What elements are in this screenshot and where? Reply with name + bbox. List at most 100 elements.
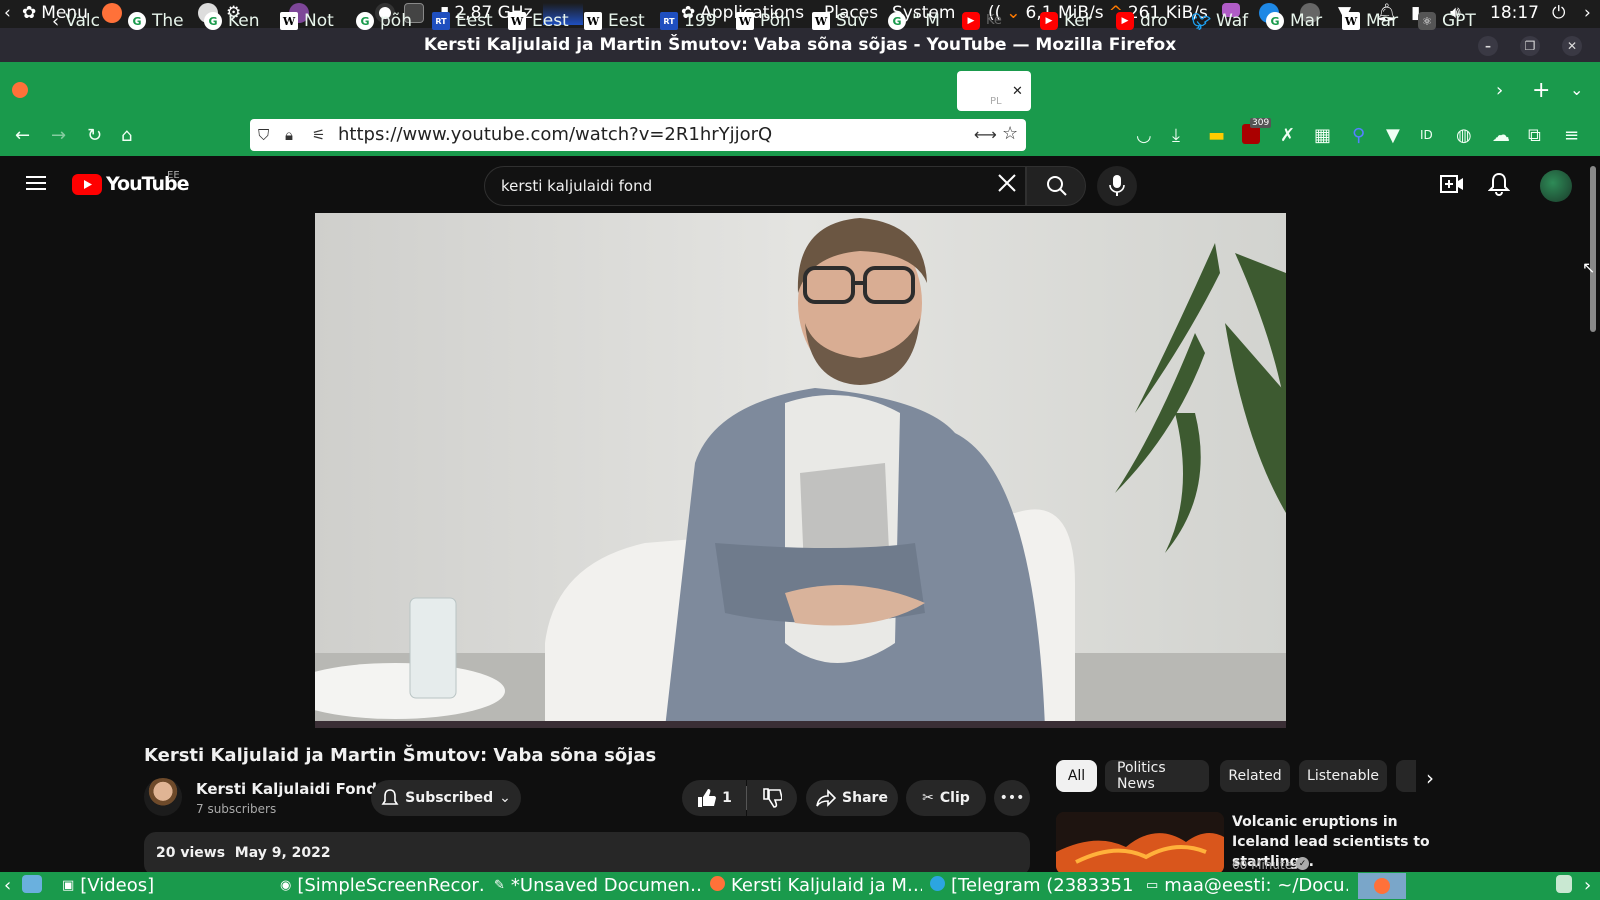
- page-scrollbar[interactable]: [1590, 166, 1596, 332]
- clip-button[interactable]: ✂ Clip: [906, 780, 986, 816]
- reload-button[interactable]: ↻: [87, 125, 102, 146]
- tab-18[interactable]: W Mar: [1342, 8, 1410, 34]
- tab-4[interactable]: W Not: [280, 8, 348, 34]
- task-terminal[interactable]: ▭ maa@eesti: ~/Docu…: [1146, 875, 1348, 896]
- account-avatar[interactable]: [1540, 170, 1572, 202]
- extension-link-icon[interactable]: ⚲: [1352, 125, 1365, 146]
- chip-overflow[interactable]: [1396, 760, 1416, 792]
- tab-16[interactable]: 🐦︎ Waf: [1192, 8, 1260, 34]
- tab-label: Mar: [1366, 11, 1399, 31]
- close-window-button[interactable]: ✕: [1562, 36, 1582, 56]
- trash-icon[interactable]: [1556, 875, 1572, 893]
- chip-politics-news[interactable]: Politics News: [1105, 760, 1209, 792]
- clock[interactable]: 18:17: [1490, 3, 1539, 23]
- tab-6[interactable]: RT Eest: [432, 8, 500, 34]
- taskbar-left-arrow[interactable]: ‹: [4, 875, 11, 896]
- minimize-button[interactable]: –: [1478, 36, 1498, 56]
- tab-13[interactable]: ▶ Ke: [962, 8, 1008, 34]
- maximize-button[interactable]: ❐: [1520, 36, 1540, 56]
- task-firefox[interactable]: Kersti Kaljulaid ja M…: [710, 875, 922, 896]
- like-button[interactable]: 1: [682, 780, 746, 816]
- new-tab-button[interactable]: +: [1532, 78, 1550, 103]
- tab-12[interactable]: G " M: [888, 8, 956, 34]
- share-button[interactable]: Share: [806, 780, 898, 816]
- wikipedia-icon: W: [584, 12, 602, 30]
- video-player[interactable]: [315, 213, 1286, 728]
- task-videos[interactable]: ▣ [Videos]: [62, 875, 262, 896]
- task-telegram[interactable]: [Telegram (2383351)]: [930, 875, 1134, 896]
- tab-label: Not: [304, 11, 334, 31]
- tab-15[interactable]: ▶ dro: [1116, 8, 1184, 34]
- back-button[interactable]: ←: [15, 125, 30, 146]
- url-text[interactable]: https://www.youtube.com/watch?v=2R1hrYjj…: [338, 124, 772, 145]
- task-firefox-preview[interactable]: [1358, 873, 1406, 899]
- site-permissions-icon[interactable]: ⚟: [312, 126, 325, 144]
- extension-funnel-icon[interactable]: ▼: [1386, 125, 1400, 146]
- power-icon[interactable]: ⏻: [1552, 3, 1565, 23]
- extensions-puzzle-icon[interactable]: ⧉: [1528, 125, 1541, 146]
- tab-9[interactable]: RT 199: [660, 8, 728, 34]
- close-tab-icon[interactable]: ✕: [1012, 84, 1023, 99]
- taskbar: ‹ ▣ [Videos] ◉ [SimpleScreenRecor… ✎ *Un…: [0, 872, 1600, 900]
- extension-calendar-icon[interactable]: ▦: [1314, 125, 1331, 146]
- chip-all[interactable]: All: [1056, 760, 1097, 792]
- tab-3[interactable]: G Ken: [204, 8, 272, 34]
- extension-cloud-icon[interactable]: ☁: [1492, 125, 1510, 146]
- tab-2[interactable]: G The: [128, 8, 196, 34]
- translate-icon[interactable]: ⟷: [974, 125, 997, 144]
- firefox-view-icon[interactable]: [12, 82, 28, 102]
- tracking-protection-icon[interactable]: ⛉: [258, 126, 269, 144]
- lock-icon[interactable]: 🔒︎: [285, 126, 293, 144]
- extension-notes-icon[interactable]: ▬: [1208, 125, 1225, 146]
- tab-strip: [0, 72, 1600, 112]
- task-screen-recorder[interactable]: ◉ [SimpleScreenRecor…: [280, 875, 484, 896]
- tabs-scroll-right-icon[interactable]: ›: [1496, 80, 1503, 101]
- clear-search-icon[interactable]: [996, 172, 1018, 194]
- extension-id-icon[interactable]: ID: [1420, 128, 1433, 142]
- ublock-badge: 309: [1250, 118, 1272, 128]
- tab-5[interactable]: Gpõh: [356, 8, 424, 34]
- task-terminal-label: maa@eesti: ~/Docu…: [1164, 875, 1348, 896]
- chips-next-icon[interactable]: ›: [1426, 766, 1434, 790]
- home-button[interactable]: ⌂: [121, 125, 132, 146]
- tab-11[interactable]: W Suv: [812, 8, 880, 34]
- telegram-icon: [930, 875, 945, 896]
- search-button[interactable]: [1026, 166, 1086, 206]
- notifications-bell-icon[interactable]: [1488, 172, 1510, 196]
- guide-menu-icon[interactable]: [26, 175, 46, 191]
- channel-name[interactable]: Kersti Kaljulaidi Fond: [196, 780, 377, 798]
- region-code: EE: [167, 170, 180, 181]
- more-actions-button[interactable]: •••: [994, 780, 1030, 816]
- recommended-thumbnail[interactable]: [1056, 812, 1224, 874]
- tab-7[interactable]: W Eest: [508, 8, 576, 34]
- bookmark-star-icon[interactable]: ☆: [1002, 123, 1018, 144]
- tab-17[interactable]: G Mar: [1266, 8, 1334, 34]
- tab-label: Mar: [1290, 11, 1323, 31]
- search-input[interactable]: kersti kaljulaidi fond: [501, 177, 652, 195]
- tab-14[interactable]: ▶ Ker: [1040, 8, 1108, 34]
- dislike-button[interactable]: [747, 780, 797, 816]
- chip-related[interactable]: Related: [1220, 760, 1290, 792]
- pocket-icon[interactable]: ◡: [1136, 125, 1152, 146]
- downloads-icon[interactable]: ⤓: [1172, 125, 1180, 146]
- chip-listenable[interactable]: Listenable: [1299, 760, 1387, 792]
- voice-search-button[interactable]: [1097, 166, 1137, 206]
- tab-10[interactable]: W Põh: [736, 8, 804, 34]
- extension-globe-icon[interactable]: ◍: [1456, 125, 1472, 146]
- tab-8[interactable]: W Eest: [584, 8, 652, 34]
- app-menu-icon[interactable]: ≡: [1564, 125, 1579, 146]
- extension-crossed-icon[interactable]: ✗: [1280, 125, 1295, 146]
- channel-avatar[interactable]: [144, 778, 182, 816]
- tab-19[interactable]: ⚛ GPT: [1418, 8, 1482, 34]
- panel-right-arrow[interactable]: ›: [1584, 3, 1591, 23]
- task-text-editor[interactable]: ✎ *Unsaved Documen…: [494, 875, 700, 896]
- subscribed-button[interactable]: Subscribed ⌄: [371, 780, 521, 816]
- list-all-tabs-icon[interactable]: ⌄: [1570, 80, 1583, 99]
- show-desktop-icon[interactable]: [22, 875, 42, 893]
- panel-left-arrow[interactable]: ‹: [4, 3, 11, 23]
- tab-1[interactable]: ‹ Valc: [52, 8, 112, 34]
- youtube-icon: ▶: [962, 12, 980, 30]
- forward-button[interactable]: →: [51, 125, 66, 146]
- taskbar-right-arrow[interactable]: ›: [1584, 875, 1591, 896]
- create-video-icon[interactable]: [1440, 174, 1464, 194]
